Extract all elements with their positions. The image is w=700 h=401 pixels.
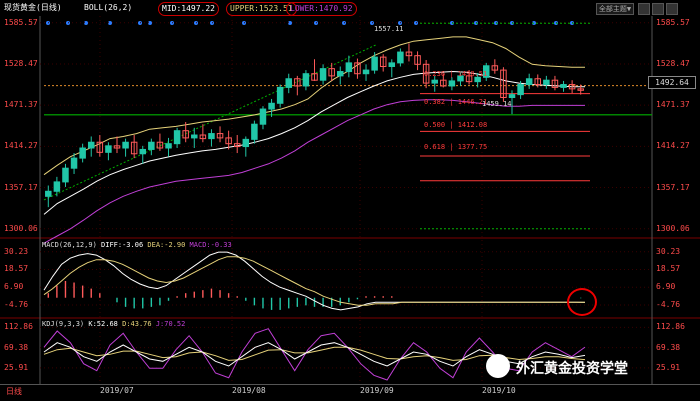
candle-body [337,71,344,77]
price-panel [43,22,652,244]
chart-canvas [0,16,700,384]
watermark: 外汇黄金投资学堂 [486,354,698,380]
fib-level-label: 0.618 | 1377.75 [424,143,488,151]
price-tick-left: 1528.47 [4,58,38,68]
kdj-tick-right: 69.38 [656,342,681,352]
candle-body [560,84,567,88]
macd-panel [43,251,586,311]
candle-body [208,133,215,140]
trough-price-label: 1459.14 [482,100,512,108]
price-tick-right: 1414.27 [656,141,690,151]
candle-body [448,80,456,87]
candle-body [122,141,129,149]
macd-tick-left: 30.23 [4,246,29,256]
macd-tick-right: 6.90 [656,282,676,292]
macd-tick-right: -4.76 [656,299,681,309]
kdj-params: KDJ(9,3,3) [42,320,85,328]
candle-body [285,78,292,88]
price-tick-right: 1528.47 [656,58,690,68]
candle-body [105,145,112,153]
candle-body [87,141,95,149]
candle-body [543,79,550,86]
watermark-text: 外汇黄金投资学堂 [516,361,628,377]
candle-body [397,51,404,64]
candle-body [276,86,284,104]
candle-body [388,62,396,67]
kdj-tick-right: 112.86 [656,322,685,332]
macd-value: MACD:-0.33 [189,241,232,249]
date-tick: 2019/10 [482,386,516,395]
fib-level-label: 0.382 | 1446.21 [424,98,488,106]
macd-title: MACD(26,12,9) DIFF:-3.06 DEA:-2.90 MACD:… [42,241,232,249]
boll-lower-line [43,99,585,244]
kdj-tick-left: 69.38 [4,342,29,352]
candle-body [268,102,275,110]
candle-body [431,79,438,84]
peak-price-label: 1557.11 [374,25,404,33]
price-tick-left: 1300.06 [4,223,38,233]
macd-diff: DIFF:-3.06 [101,241,144,249]
candle-body [79,147,86,159]
signal-dots [46,21,574,25]
candle-body [173,130,181,145]
candle-body [251,123,258,140]
price-tick-left: 1414.27 [4,141,38,151]
period-selector[interactable]: 日线 [6,386,22,397]
price-tick-left: 1585.57 [4,17,38,27]
candle-body [517,84,524,96]
candle-body [191,134,198,139]
candle-body [345,62,353,73]
candle-body [319,68,327,81]
candle-body [525,78,533,86]
macd-tick-right: 18.57 [656,264,681,274]
candle-body [242,138,250,148]
date-tick: 2019/08 [232,386,266,395]
candle-body [302,73,310,87]
price-tick-right: 1471.37 [656,100,690,110]
kdj-tick-left: 25.91 [4,362,29,372]
kdj-j: J:70.52 [155,320,186,328]
candle-body [259,108,267,125]
candle-body [45,190,52,197]
macd-highlight-circle [567,288,597,316]
date-tick: 2019/07 [100,386,134,395]
wechat-logo-icon [486,354,510,378]
kdj-tick-left: 112.86 [4,322,33,332]
candle-body [148,141,155,150]
candle-body [362,69,370,75]
kdj-d: D:43.76 [122,320,152,328]
candle-body [53,181,61,192]
price-tick-right: 1585.57 [656,17,690,27]
price-tick-left: 1357.17 [4,182,38,192]
price-tick-right: 1300.06 [656,223,690,233]
candle-body [508,94,516,99]
candle-body [70,157,78,169]
fib-level-label: 0.500 | 1412.08 [424,121,488,129]
fib-level-label: 0.236 | 1498.51 [424,70,488,78]
candle-body [371,56,378,71]
trend-line [43,44,377,201]
current-price-box: 1492.64 [648,76,696,89]
macd-tick-left: 6.90 [4,282,24,292]
candle-body [139,148,147,155]
macd-tick-left: -4.76 [4,299,29,309]
date-tick: 2019/09 [360,386,394,395]
candle-body [165,143,172,149]
kdj-title: KDJ(9,3,3) K:52.68 D:43.76 J:70.52 [42,320,185,328]
macd-tick-right: 30.23 [656,246,681,256]
candle-body [62,167,69,183]
macd-dea: DEA:-2.90 [147,241,186,249]
kdj-k: K:52.68 [88,320,118,328]
macd-tick-left: 18.57 [4,264,29,274]
price-tick-right: 1357.17 [656,182,690,192]
macd-params: MACD(26,12,9) [42,241,97,249]
price-tick-left: 1471.37 [4,100,38,110]
